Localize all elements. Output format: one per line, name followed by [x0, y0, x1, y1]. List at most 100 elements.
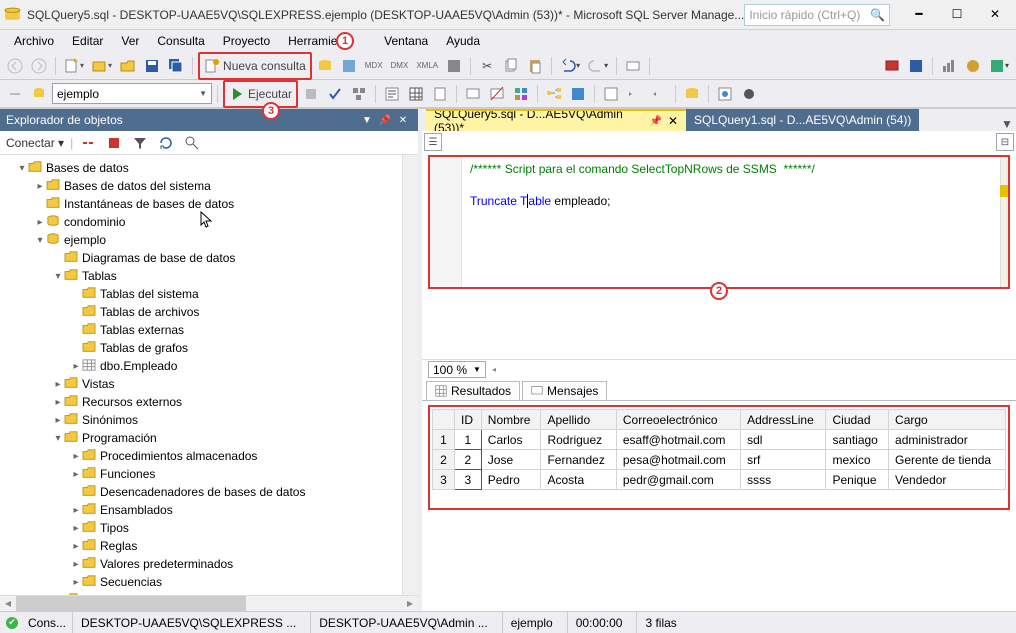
grid-cell[interactable]: mexico [826, 450, 889, 470]
parse-icon[interactable] [324, 83, 346, 105]
grid-header[interactable]: ID [455, 410, 482, 430]
expand-icon[interactable]: ▸ [70, 541, 82, 552]
zoom-scroll-left-icon[interactable]: ◂ [492, 365, 496, 374]
grid-cell[interactable]: Jose [481, 450, 541, 470]
include-plan-icon[interactable] [543, 83, 565, 105]
grid-cell[interactable]: administrador [889, 430, 1006, 450]
table-row[interactable]: 11CarlosRodriguezesaff@hotmail.comsdlsan… [433, 430, 1006, 450]
undo-icon[interactable]: ▾ [557, 55, 583, 77]
menu-consulta[interactable]: Consulta [149, 32, 212, 50]
cut-icon[interactable]: ✂ [476, 55, 498, 77]
new-query-button[interactable]: Nueva consulta [201, 55, 309, 77]
grid-rownum[interactable]: 1 [433, 430, 455, 450]
grid-cell[interactable]: ssss [741, 470, 826, 490]
include-live-stats-icon[interactable] [567, 83, 589, 105]
refresh-icon[interactable] [155, 132, 177, 154]
grid-cell[interactable]: Gerente de tienda [889, 450, 1006, 470]
object-explorer-tree[interactable]: ▾Bases de datos▸Bases de datos del siste… [0, 155, 402, 595]
grid-cell[interactable]: Acosta [541, 470, 616, 490]
collapse-icon[interactable]: ▾ [52, 433, 64, 444]
tree-node-n2[interactable]: Instantáneas de bases de datos [0, 195, 402, 213]
menu-ventana[interactable]: Ventana [376, 32, 436, 50]
filter-icon[interactable] [129, 132, 151, 154]
paste-icon[interactable] [524, 55, 546, 77]
expand-icon[interactable]: ▸ [52, 397, 64, 408]
specify-template-icon[interactable] [714, 83, 736, 105]
uncomment-icon[interactable] [486, 83, 508, 105]
save-icon[interactable] [141, 55, 163, 77]
grid-cell[interactable]: Fernandez [541, 450, 616, 470]
editor-split-icon[interactable]: ⊟ [996, 133, 1014, 151]
grid-cell[interactable]: Carlos [481, 430, 541, 450]
tree-node-n10[interactable]: Tablas de grafos [0, 339, 402, 357]
oe-vertical-scrollbar[interactable] [402, 155, 418, 595]
tree-node-n15[interactable]: ▾Programación [0, 429, 402, 447]
tab-pin-icon[interactable]: 📌 [649, 116, 661, 127]
indent-icon[interactable] [624, 83, 646, 105]
table-row[interactable]: 33PedroAcostapedr@gmail.comssssPeniqueVe… [433, 470, 1006, 490]
panel-pin-icon[interactable]: 📌 [376, 115, 394, 126]
dmx-icon[interactable]: DMX [388, 55, 412, 77]
grid-rownum[interactable]: 3 [433, 470, 455, 490]
display-plan-icon[interactable] [348, 83, 370, 105]
new-item-icon[interactable]: ▾ [61, 55, 87, 77]
tree-node-n7[interactable]: Tablas del sistema [0, 285, 402, 303]
tree-node-n17[interactable]: ▸Funciones [0, 465, 402, 483]
activity-monitor-icon[interactable] [881, 55, 903, 77]
panel-dropdown-icon[interactable]: ▼ [358, 115, 376, 126]
open-icon[interactable] [117, 55, 139, 77]
registered-servers-icon[interactable] [905, 55, 927, 77]
connect-button[interactable]: Conectar ▾ [6, 136, 66, 150]
options-icon[interactable] [962, 55, 984, 77]
solution-config-icon[interactable] [622, 55, 644, 77]
use-db-icon[interactable] [4, 83, 26, 105]
tree-node-n5[interactable]: Diagramas de base de datos [0, 249, 402, 267]
tab-close-icon[interactable]: ✕ [668, 114, 678, 128]
tree-node-n18[interactable]: Desencadenadores de bases de datos [0, 483, 402, 501]
results-tab-resultados[interactable]: Resultados [426, 381, 520, 400]
tree-node-n6[interactable]: ▾Tablas [0, 267, 402, 285]
expand-icon[interactable]: ▸ [52, 415, 64, 426]
expand-icon[interactable]: ▸ [70, 523, 82, 534]
change-connection-icon[interactable] [28, 83, 50, 105]
panel-close-icon[interactable]: ✕ [394, 115, 412, 126]
results-text-icon[interactable] [381, 83, 403, 105]
save-all-icon[interactable] [165, 55, 187, 77]
minimize-button[interactable]: ━ [902, 4, 936, 26]
grid-cell[interactable]: 3 [455, 470, 482, 490]
expand-icon[interactable]: ▸ [70, 505, 82, 516]
tree-node-n3[interactable]: ▸condominio [0, 213, 402, 231]
sqlcmd-icon[interactable] [681, 83, 703, 105]
grid-header[interactable]: Nombre [481, 410, 541, 430]
grid-header[interactable]: AddressLine [741, 410, 826, 430]
expand-icon[interactable]: ▸ [52, 379, 64, 390]
grid-rownum[interactable]: 2 [433, 450, 455, 470]
grid-cell[interactable]: sdl [741, 430, 826, 450]
results-tab-mensajes[interactable]: Mensajes [522, 381, 607, 400]
mdx-icon[interactable]: MDX [362, 55, 386, 77]
specify-values-icon[interactable] [600, 83, 622, 105]
redo-icon[interactable]: ▾ [585, 55, 611, 77]
tree-node-n11[interactable]: ▸dbo.Empleado [0, 357, 402, 375]
scroll-left-icon[interactable]: ◂ [0, 596, 16, 611]
grid-cell[interactable]: santiago [826, 430, 889, 450]
stop2-icon[interactable] [103, 132, 125, 154]
grid-header[interactable]: Correoelectrónico [616, 410, 740, 430]
tree-node-n4[interactable]: ▾ejemplo [0, 231, 402, 249]
debug-icon[interactable] [738, 83, 760, 105]
sql-editor[interactable]: /****** Script para el comando SelectTop… [470, 161, 1004, 209]
grid-cell[interactable]: Vendedor [889, 470, 1006, 490]
menu-proyecto[interactable]: Proyecto [215, 32, 278, 50]
database-selector[interactable]: ejemplo ▼ [52, 83, 212, 104]
expand-icon[interactable]: ▸ [34, 181, 46, 192]
grid-cell[interactable]: pedr@gmail.com [616, 470, 740, 490]
tree-node-n24[interactable]: ▸Service Broker [0, 591, 402, 595]
tree-node-n20[interactable]: ▸Tipos [0, 519, 402, 537]
nav-fwd-icon[interactable] [28, 55, 50, 77]
close-button[interactable]: ✕ [978, 4, 1012, 26]
xmla-icon[interactable]: XMLA [413, 55, 441, 77]
tree-node-n16[interactable]: ▸Procedimientos almacenados [0, 447, 402, 465]
editor-nav-bar-icon[interactable]: ☰ [424, 133, 442, 151]
results-grid-icon[interactable] [405, 83, 427, 105]
collapse-icon[interactable]: ▾ [52, 271, 64, 282]
